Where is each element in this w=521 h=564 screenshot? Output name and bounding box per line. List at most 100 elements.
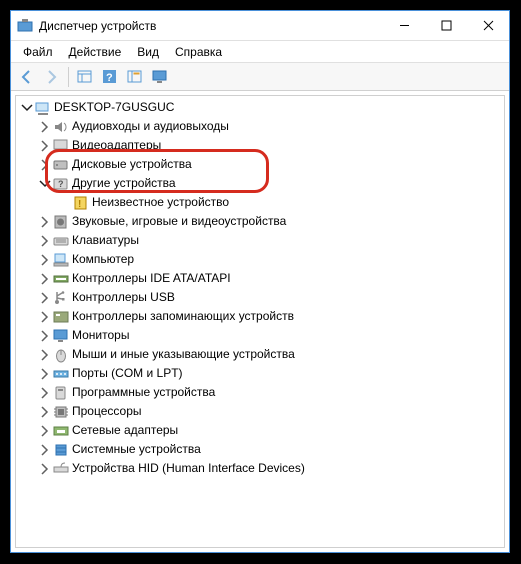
twisty-collapsed-icon[interactable] xyxy=(38,329,52,343)
menu-help[interactable]: Справка xyxy=(169,43,228,61)
speaker-icon xyxy=(52,119,70,135)
tree-item[interactable]: Устройства HID (Human Interface Devices) xyxy=(16,459,504,478)
nav-back-button[interactable] xyxy=(15,66,39,88)
device-tree[interactable]: DESKTOP-7GUSGUCАудиовходы и аудиовыходыВ… xyxy=(15,95,505,548)
system-device-icon xyxy=(52,442,70,458)
twisty-collapsed-icon[interactable] xyxy=(38,462,52,476)
close-button[interactable] xyxy=(467,11,509,40)
tree-item[interactable]: Сетевые адаптеры xyxy=(16,421,504,440)
tree-item-label: Видеоадаптеры xyxy=(70,136,161,155)
tree-item[interactable]: Контроллеры запоминающих устройств xyxy=(16,307,504,326)
details-button[interactable] xyxy=(123,66,147,88)
tree-item[interactable]: Контроллеры IDE ATA/ATAPI xyxy=(16,269,504,288)
tree-item-label: Контроллеры USB xyxy=(70,288,175,307)
keyboard-icon xyxy=(52,233,70,249)
tree-item[interactable]: Дисковые устройства xyxy=(16,155,504,174)
processor-icon xyxy=(52,404,70,420)
mouse-icon xyxy=(52,347,70,363)
disk-icon xyxy=(52,157,70,173)
tree-item-label: Дисковые устройства xyxy=(70,155,192,174)
twisty-collapsed-icon[interactable] xyxy=(38,367,52,381)
tree-item-label: Порты (COM и LPT) xyxy=(70,364,183,383)
twisty-expanded-icon[interactable] xyxy=(20,101,34,115)
minimize-button[interactable] xyxy=(383,11,425,40)
tree-item[interactable]: Порты (COM и LPT) xyxy=(16,364,504,383)
tree-root-label: DESKTOP-7GUSGUC xyxy=(52,98,174,117)
tree-item[interactable]: Мониторы xyxy=(16,326,504,345)
tree-item-label: Сетевые адаптеры xyxy=(70,421,178,440)
twisty-collapsed-icon[interactable] xyxy=(38,139,52,153)
tree-item-label: Клавиатуры xyxy=(70,231,139,250)
menubar: Файл Действие Вид Справка xyxy=(11,41,509,63)
tree-item[interactable]: Звуковые, игровые и видеоустройства xyxy=(16,212,504,231)
tree-item-label: Контроллеры запоминающих устройств xyxy=(70,307,294,326)
device-manager-window: Диспетчер устройств Файл Действие Вид Сп… xyxy=(10,10,510,553)
hid-icon xyxy=(52,461,70,477)
twisty-collapsed-icon[interactable] xyxy=(38,158,52,172)
twisty-collapsed-icon[interactable] xyxy=(38,424,52,438)
menu-view[interactable]: Вид xyxy=(131,43,165,61)
show-console-button[interactable] xyxy=(73,66,97,88)
unknown-device-icon xyxy=(72,195,90,211)
tree-item-label: Компьютер xyxy=(70,250,134,269)
tree-item-label: Устройства HID (Human Interface Devices) xyxy=(70,459,305,478)
storage-controller-icon xyxy=(52,309,70,325)
help-button[interactable] xyxy=(98,66,122,88)
maximize-button[interactable] xyxy=(425,11,467,40)
twisty-collapsed-icon[interactable] xyxy=(38,215,52,229)
toolbar-separator xyxy=(68,67,69,87)
computer-icon xyxy=(52,252,70,268)
tree-item[interactable]: Другие устройства xyxy=(16,174,504,193)
tree-item-label: Неизвестное устройство xyxy=(90,193,229,212)
twisty-collapsed-icon[interactable] xyxy=(38,234,52,248)
app-icon xyxy=(17,18,33,34)
tree-item[interactable]: Неизвестное устройство xyxy=(16,193,504,212)
twisty-collapsed-icon[interactable] xyxy=(38,405,52,419)
display-adapter-icon xyxy=(52,138,70,154)
port-icon xyxy=(52,366,70,382)
view-monitor-button[interactable] xyxy=(148,66,172,88)
monitor-device-icon xyxy=(52,328,70,344)
tree-item-label: Звуковые, игровые и видеоустройства xyxy=(70,212,286,231)
tree-item[interactable]: Аудиовходы и аудиовыходы xyxy=(16,117,504,136)
menu-file[interactable]: Файл xyxy=(17,43,59,61)
tree-item-label: Мыши и иные указывающие устройства xyxy=(70,345,295,364)
usb-icon xyxy=(52,290,70,306)
tree-item-label: Программные устройства xyxy=(70,383,215,402)
tree-item-label: Другие устройства xyxy=(70,174,176,193)
tree-item[interactable]: Процессоры xyxy=(16,402,504,421)
ide-icon xyxy=(52,271,70,287)
tree-item[interactable]: Клавиатуры xyxy=(16,231,504,250)
sound-icon xyxy=(52,214,70,230)
window-title: Диспетчер устройств xyxy=(39,19,156,33)
twisty-collapsed-icon[interactable] xyxy=(38,443,52,457)
tree-item[interactable]: Системные устройства xyxy=(16,440,504,459)
twisty-collapsed-icon[interactable] xyxy=(38,386,52,400)
twisty-collapsed-icon[interactable] xyxy=(38,272,52,286)
tree-area: DESKTOP-7GUSGUCАудиовходы и аудиовыходыВ… xyxy=(11,91,509,552)
menu-action[interactable]: Действие xyxy=(63,43,128,61)
tree-item-label: Процессоры xyxy=(70,402,142,421)
twisty-collapsed-icon[interactable] xyxy=(38,253,52,267)
twisty-collapsed-icon[interactable] xyxy=(38,120,52,134)
tree-item[interactable]: Контроллеры USB xyxy=(16,288,504,307)
twisty-collapsed-icon[interactable] xyxy=(38,348,52,362)
question-device-icon xyxy=(52,176,70,192)
network-icon xyxy=(52,423,70,439)
tree-item[interactable]: Мыши и иные указывающие устройства xyxy=(16,345,504,364)
tree-item-label: Системные устройства xyxy=(70,440,201,459)
tree-item[interactable]: Компьютер xyxy=(16,250,504,269)
tree-item[interactable]: Программные устройства xyxy=(16,383,504,402)
tree-item-label: Мониторы xyxy=(70,326,129,345)
tree-item-label: Контроллеры IDE ATA/ATAPI xyxy=(70,269,231,288)
tree-root[interactable]: DESKTOP-7GUSGUC xyxy=(16,98,504,117)
software-device-icon xyxy=(52,385,70,401)
twisty-collapsed-icon[interactable] xyxy=(38,310,52,324)
nav-forward-button[interactable] xyxy=(40,66,64,88)
toolbar xyxy=(11,63,509,91)
tree-item-label: Аудиовходы и аудиовыходы xyxy=(70,117,229,136)
titlebar: Диспетчер устройств xyxy=(11,11,509,41)
tree-item[interactable]: Видеоадаптеры xyxy=(16,136,504,155)
twisty-expanded-icon[interactable] xyxy=(38,177,52,191)
twisty-collapsed-icon[interactable] xyxy=(38,291,52,305)
